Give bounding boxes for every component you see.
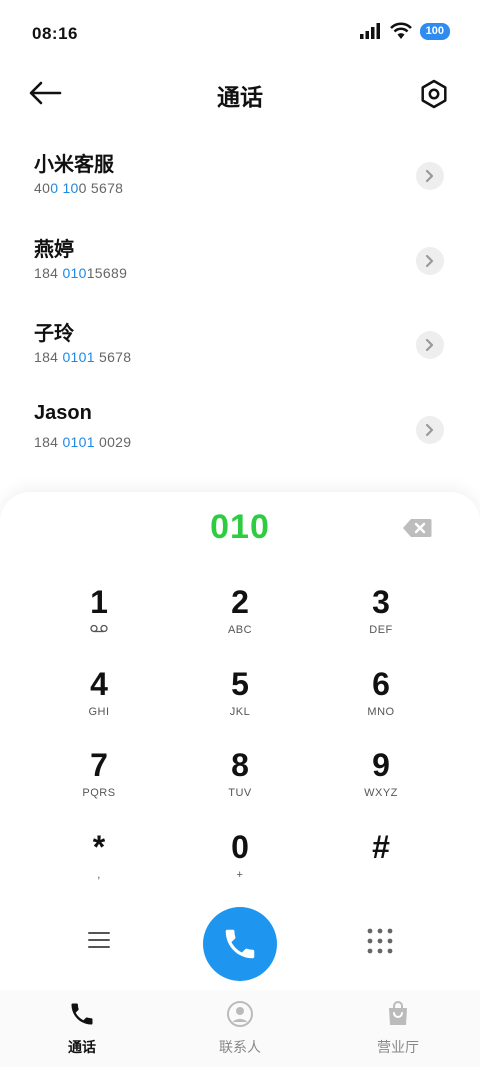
dial-key-star[interactable]: * , bbox=[29, 827, 169, 897]
tab-label: 营业厅 bbox=[377, 1039, 419, 1055]
dial-key-5[interactable]: 5 JKL bbox=[170, 664, 310, 734]
signal-icon bbox=[359, 23, 380, 39]
contact-number: 184 01015689 bbox=[34, 264, 128, 281]
contact-detail-button[interactable] bbox=[416, 162, 444, 190]
contact-suggestions-list: 小米客服 400 100 5678 燕婷 184 01015689 子玲 184… bbox=[0, 140, 480, 478]
backspace-button[interactable] bbox=[402, 518, 432, 538]
contact-number: 184 0101 5678 bbox=[34, 349, 132, 365]
contact-row[interactable]: 子玲 184 0101 5678 bbox=[0, 309, 480, 394]
keypad-toggle-button[interactable] bbox=[366, 927, 394, 955]
contact-name: 燕婷 bbox=[34, 238, 74, 261]
bottom-tab-bar: 通话 联系人 营业厅 bbox=[0, 990, 480, 1067]
dial-key-9[interactable]: 9 WXYZ bbox=[311, 745, 451, 815]
person-icon bbox=[227, 1001, 253, 1027]
dialer-actions bbox=[0, 905, 480, 981]
dial-key-6[interactable]: 6 MNO bbox=[311, 664, 451, 734]
contact-detail-button[interactable] bbox=[416, 415, 444, 444]
tab-contacts[interactable]: 联系人 bbox=[190, 1000, 290, 1057]
menu-button[interactable] bbox=[86, 929, 112, 951]
dial-key-hash[interactable]: # bbox=[311, 827, 451, 897]
shopping-bag-icon bbox=[389, 1001, 407, 1025]
contact-name: Jason bbox=[34, 401, 92, 424]
dial-key-7[interactable]: 7 PQRS bbox=[29, 745, 169, 815]
menu-icon bbox=[88, 932, 110, 948]
wifi-icon bbox=[389, 22, 412, 39]
dial-key-0[interactable]: 0 + bbox=[170, 827, 310, 897]
dial-key-3[interactable]: 3 DEF bbox=[311, 582, 451, 652]
backspace-icon bbox=[403, 519, 432, 537]
contact-number: 184 0101 0029 bbox=[34, 433, 132, 450]
contact-detail-button[interactable] bbox=[416, 331, 444, 359]
contact-row[interactable]: Jason 184 0101 0029 bbox=[0, 394, 480, 479]
chevron-right-icon bbox=[425, 338, 434, 352]
status-time: 08:16 bbox=[32, 24, 78, 43]
tab-service-hall[interactable]: 营业厅 bbox=[348, 1000, 448, 1057]
dial-key-2[interactable]: 2 ABC bbox=[170, 582, 310, 652]
chevron-right-icon bbox=[425, 423, 434, 436]
dial-key-1[interactable]: 1 bbox=[29, 582, 169, 652]
status-icons: 100 bbox=[359, 22, 450, 40]
phone-icon bbox=[225, 929, 255, 959]
chevron-right-icon bbox=[425, 169, 434, 183]
tab-label: 联系人 bbox=[219, 1039, 261, 1055]
battery-indicator: 100 bbox=[419, 22, 450, 40]
dial-key-4[interactable]: 4 GHI bbox=[29, 664, 169, 734]
chevron-right-icon bbox=[425, 254, 434, 267]
phone-icon bbox=[71, 1003, 93, 1025]
contact-name: 小米客服 bbox=[34, 154, 114, 176]
settings-hexagon-icon bbox=[421, 79, 447, 109]
keypad-grid-icon bbox=[367, 928, 393, 954]
call-button[interactable] bbox=[203, 907, 277, 981]
status-bar: 08:16 100 bbox=[0, 0, 480, 64]
contact-name: 子玲 bbox=[34, 323, 74, 345]
contact-number: 400 100 5678 bbox=[34, 180, 124, 196]
header: 通话 bbox=[0, 70, 480, 118]
contact-row[interactable]: 小米客服 400 100 5678 bbox=[0, 140, 480, 225]
contact-detail-button[interactable] bbox=[416, 246, 444, 275]
settings-button[interactable] bbox=[418, 78, 450, 110]
tab-label: 通话 bbox=[68, 1039, 96, 1055]
voicemail-icon bbox=[29, 624, 169, 636]
page-title: 通话 bbox=[217, 84, 263, 110]
contact-row[interactable]: 燕婷 184 01015689 bbox=[0, 225, 480, 310]
tab-calls[interactable]: 通话 bbox=[32, 1000, 132, 1057]
dial-key-8[interactable]: 8 TUV bbox=[170, 745, 310, 815]
